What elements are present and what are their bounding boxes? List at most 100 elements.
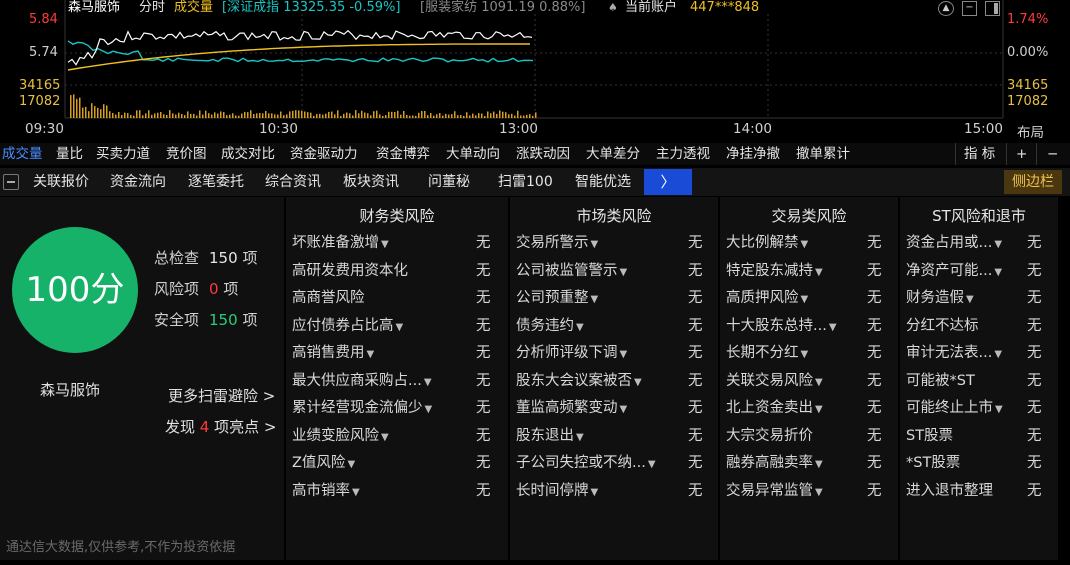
caret-down-icon[interactable]: ▼: [381, 432, 389, 443]
caret-down-icon[interactable]: ▼: [424, 377, 432, 388]
view-mode[interactable]: 分时: [139, 0, 165, 16]
caret-down-icon[interactable]: ▼: [829, 322, 837, 333]
more-tabs-button[interactable]: 〉: [644, 169, 692, 195]
tab-sector-news[interactable]: 板块资讯: [343, 168, 399, 196]
tab-capital-game[interactable]: 资金博弈: [376, 143, 430, 165]
minus-button[interactable]: −: [1047, 143, 1058, 165]
risk-row[interactable]: 资金占用或... ▼ 无: [900, 232, 1058, 254]
caret-down-icon[interactable]: ▼: [381, 239, 389, 250]
tab-main-force[interactable]: 主力透视: [656, 143, 710, 165]
risk-row[interactable]: ST股票 无: [900, 425, 1058, 447]
caret-down-icon[interactable]: ▼: [815, 487, 823, 498]
sidebar-button[interactable]: 侧边栏: [1004, 170, 1062, 194]
risk-row[interactable]: 股东大会议案被否 ▼ 无: [510, 370, 718, 392]
tab-net-order-cancel[interactable]: 净挂净撤: [726, 143, 780, 165]
tab-ask-secretary[interactable]: 问董秘: [428, 168, 470, 196]
tab-volume[interactable]: 成交量: [2, 143, 43, 165]
risk-row[interactable]: 长期不分红 ▼ 无: [720, 342, 898, 364]
risk-row[interactable]: 十大股东总持... ▼ 无: [720, 315, 898, 337]
risk-row[interactable]: Z值风险 ▼ 无: [286, 452, 508, 474]
risk-row[interactable]: 最大供应商采购占... ▼ 无: [286, 370, 508, 392]
caret-down-icon[interactable]: ▼: [620, 404, 628, 415]
caret-down-icon[interactable]: ▼: [801, 349, 809, 360]
risk-row[interactable]: 审计无法表... ▼ 无: [900, 342, 1058, 364]
caret-down-icon[interactable]: ▼: [576, 322, 584, 333]
risk-row[interactable]: 交易异常监管 ▼ 无: [720, 480, 898, 502]
risk-row[interactable]: 坏账准备激增 ▼ 无: [286, 232, 508, 254]
caret-down-icon[interactable]: ▼: [591, 487, 599, 498]
caret-down-icon[interactable]: ▼: [576, 432, 584, 443]
caret-down-icon[interactable]: ▼: [801, 239, 809, 250]
caret-down-icon[interactable]: ▼: [815, 377, 823, 388]
risk-row[interactable]: 财务造假 ▼ 无: [900, 287, 1058, 309]
risk-row[interactable]: 关联交易风险 ▼ 无: [720, 370, 898, 392]
caret-down-icon[interactable]: ▼: [367, 349, 375, 360]
risk-row[interactable]: 长时间停牌 ▼ 无: [510, 480, 718, 502]
risk-row[interactable]: 特定股东减持 ▼ 无: [720, 260, 898, 282]
caret-down-icon[interactable]: ▼: [648, 459, 656, 470]
highlights-link[interactable]: 发现 4 项亮点 >: [165, 416, 276, 437]
layout-button[interactable]: 布局: [1017, 121, 1044, 141]
tab-general-news[interactable]: 综合资讯: [265, 168, 321, 196]
caret-down-icon[interactable]: ▼: [396, 322, 404, 333]
more-risk-scan-link[interactable]: 更多扫雷避险 >: [168, 385, 275, 406]
minimize-panel-icon[interactable]: [3, 174, 19, 190]
tab-volume-ratio[interactable]: 量比: [56, 143, 83, 165]
risk-row[interactable]: 高质押风险 ▼ 无: [720, 287, 898, 309]
risk-row[interactable]: 大宗交易折价 无: [720, 425, 898, 447]
collapse-icon[interactable]: −: [962, 1, 977, 16]
risk-row[interactable]: 业绩变脸风险 ▼ 无: [286, 425, 508, 447]
caret-down-icon[interactable]: ▼: [591, 239, 599, 250]
tab-risk-scan[interactable]: 扫雷100: [498, 168, 553, 196]
caret-down-icon[interactable]: ▼: [994, 267, 1002, 278]
sector-info[interactable]: [服装家纺 1091.19 0.88%]: [420, 0, 585, 16]
caret-down-icon[interactable]: ▼: [994, 349, 1002, 360]
tab-auction-chart[interactable]: 竞价图: [166, 143, 207, 165]
tab-capital-flow[interactable]: 资金流向: [110, 168, 166, 196]
window-icon[interactable]: [985, 1, 1000, 16]
index-info[interactable]: [深证成指 13325.35 -0.59%]: [222, 0, 400, 16]
tab-related-quotes[interactable]: 关联报价: [33, 168, 89, 196]
caret-down-icon[interactable]: ▼: [994, 239, 1002, 250]
risk-row[interactable]: 可能终止上市 ▼ 无: [900, 397, 1058, 419]
caret-down-icon[interactable]: ▼: [815, 267, 823, 278]
risk-row[interactable]: 分析师评级下调 ▼ 无: [510, 342, 718, 364]
tab-large-order-trend[interactable]: 大单动向: [446, 143, 500, 165]
tab-price-drivers[interactable]: 涨跌动因: [516, 143, 570, 165]
caret-down-icon[interactable]: ▼: [352, 487, 360, 498]
risk-row[interactable]: 应付债券占比高 ▼ 无: [286, 315, 508, 337]
caret-down-icon[interactable]: ▼: [620, 349, 628, 360]
caret-down-icon[interactable]: ▼: [801, 294, 809, 305]
risk-row[interactable]: 高市销率 ▼ 无: [286, 480, 508, 502]
risk-row[interactable]: 公司被监管警示 ▼ 无: [510, 260, 718, 282]
caret-down-icon[interactable]: ▼: [966, 294, 974, 305]
risk-row[interactable]: 进入退市整理 无: [900, 480, 1058, 502]
risk-row[interactable]: 公司预重整 ▼ 无: [510, 287, 718, 309]
risk-row[interactable]: 董监高频繁变动 ▼ 无: [510, 397, 718, 419]
caret-down-icon[interactable]: ▼: [634, 377, 642, 388]
indicator-name[interactable]: 成交量: [174, 0, 213, 16]
risk-row[interactable]: 大比例解禁 ▼ 无: [720, 232, 898, 254]
caret-down-icon[interactable]: ▼: [815, 459, 823, 470]
risk-row[interactable]: 北上资金卖出 ▼ 无: [720, 397, 898, 419]
tab-volume-compare[interactable]: 成交对比: [221, 143, 275, 165]
indicator-button[interactable]: 指 标: [964, 143, 995, 165]
caret-down-icon[interactable]: ▼: [995, 404, 1003, 415]
tab-cancel-accumulate[interactable]: 撤单累计: [796, 143, 850, 165]
caret-down-icon[interactable]: ▼: [425, 404, 433, 415]
risk-row[interactable]: *ST股票 无: [900, 452, 1058, 474]
risk-row[interactable]: 可能被*ST 无: [900, 370, 1058, 392]
risk-row[interactable]: 高商誉风险 无: [286, 287, 508, 309]
risk-row[interactable]: 分红不达标 无: [900, 315, 1058, 337]
intraday-chart[interactable]: [0, 0, 1070, 140]
bell-icon[interactable]: ♠: [608, 0, 618, 16]
risk-row[interactable]: 净资产可能... ▼ 无: [900, 260, 1058, 282]
risk-row[interactable]: 累计经营现金流偏少 ▼ 无: [286, 397, 508, 419]
tab-smart-pick[interactable]: 智能优选: [575, 168, 631, 196]
tab-buy-sell-power[interactable]: 买卖力道: [96, 143, 150, 165]
risk-row[interactable]: 子公司失控或不纳... ▼ 无: [510, 452, 718, 474]
tab-tick-orders[interactable]: 逐笔委托: [188, 168, 244, 196]
caret-down-icon[interactable]: ▼: [347, 459, 355, 470]
plus-button[interactable]: +: [1016, 143, 1027, 165]
account-value[interactable]: 447***848: [690, 0, 759, 16]
